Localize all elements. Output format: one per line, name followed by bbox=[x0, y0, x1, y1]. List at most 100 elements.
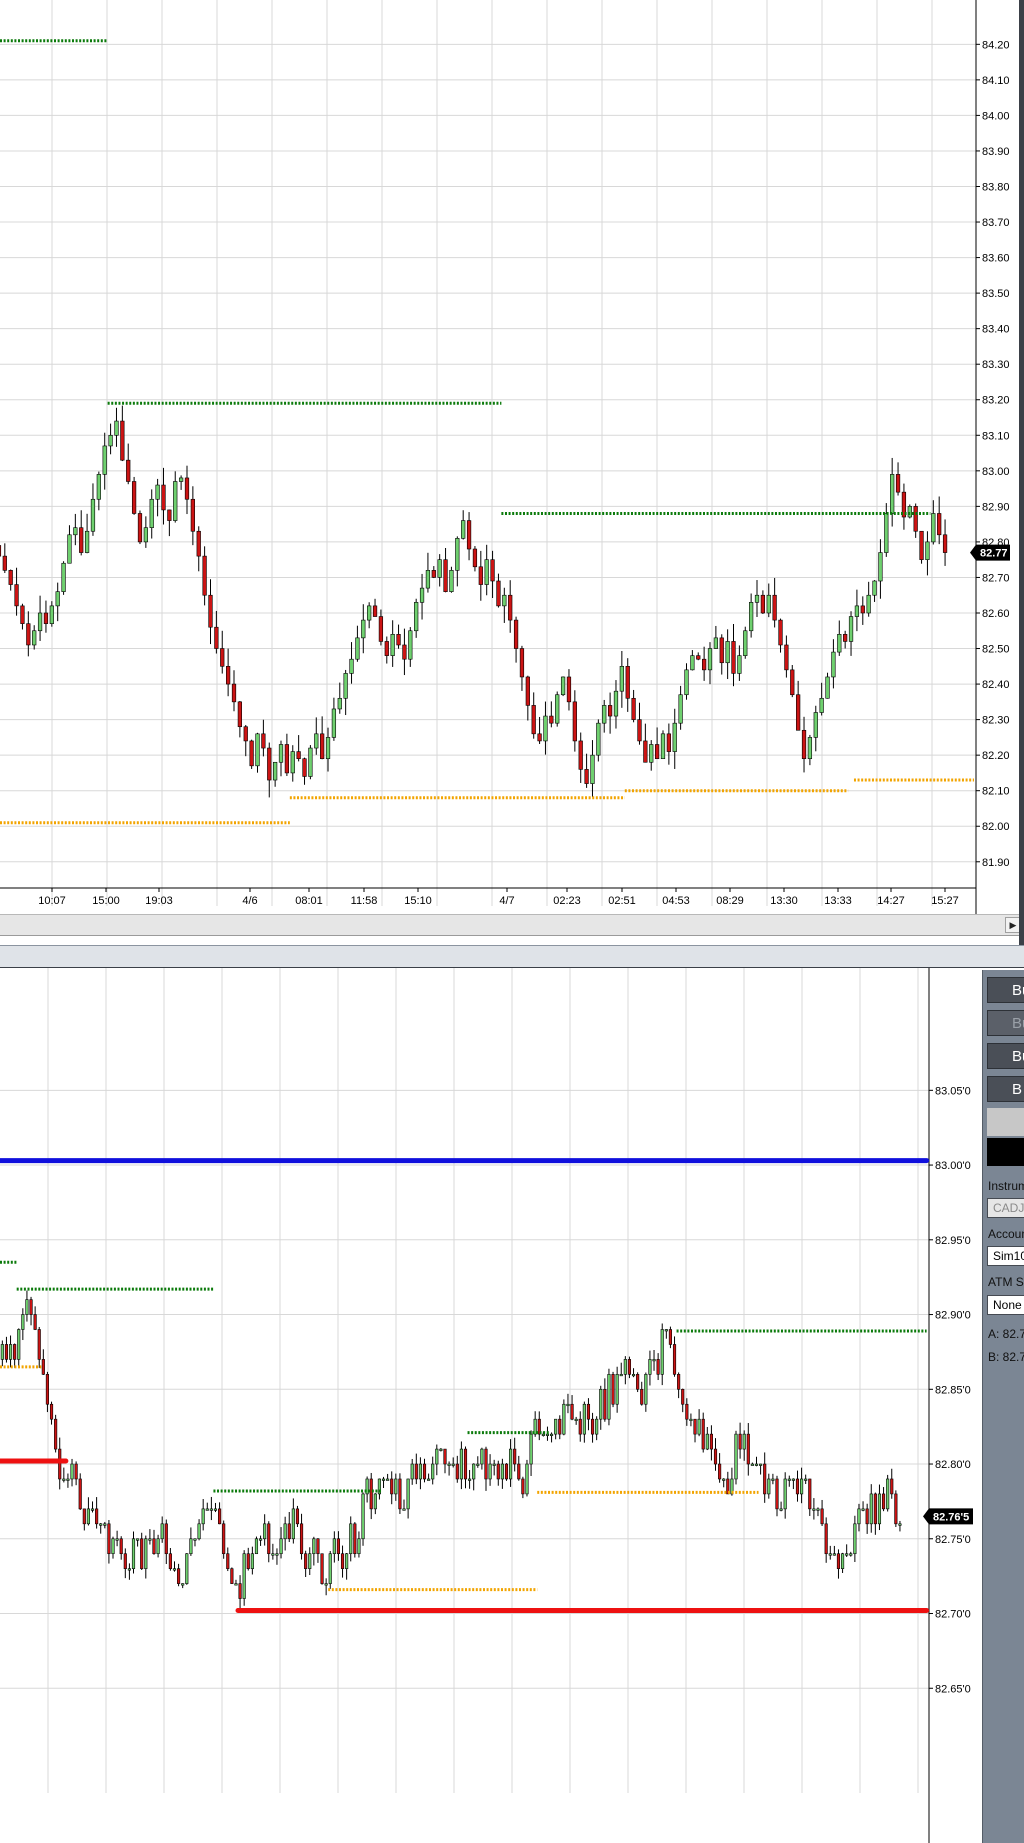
instrument-field[interactable]: CADJ bbox=[987, 1198, 1024, 1218]
candle-body bbox=[562, 1403, 566, 1435]
candle-body bbox=[320, 1553, 324, 1584]
candle-body bbox=[722, 1478, 726, 1481]
candle-body bbox=[619, 1374, 623, 1377]
candle-body bbox=[258, 1538, 263, 1541]
candle-body bbox=[746, 1433, 750, 1465]
candle-body bbox=[866, 594, 871, 614]
candle-body bbox=[102, 445, 107, 475]
candle-body bbox=[478, 566, 483, 585]
candle-body bbox=[261, 733, 266, 749]
candle-body bbox=[586, 1403, 591, 1420]
candle-body bbox=[328, 1553, 332, 1584]
candle-body bbox=[107, 1523, 111, 1555]
candle-body bbox=[390, 1478, 394, 1495]
candle-body bbox=[13, 1344, 17, 1360]
lower-candlestick-chart[interactable]: 83.05'0 83.00'0 82.95'0 82.90'0 82.85'0 82.80… bbox=[0, 968, 982, 1843]
candle-body bbox=[62, 1478, 66, 1481]
y-tick-label: 83.60 bbox=[982, 253, 1010, 265]
candle-body bbox=[455, 1463, 459, 1480]
candle-body bbox=[787, 1478, 791, 1481]
candle-body bbox=[184, 477, 190, 500]
candle-body bbox=[86, 1508, 90, 1525]
candle-body bbox=[509, 1448, 513, 1480]
candle-body bbox=[32, 630, 37, 646]
candle-body bbox=[208, 594, 213, 628]
candle-body bbox=[685, 1403, 689, 1420]
candle-body bbox=[372, 605, 378, 617]
candle-body bbox=[631, 697, 636, 720]
candle-body bbox=[697, 1418, 701, 1435]
candle-body bbox=[161, 484, 166, 511]
candle-body bbox=[578, 740, 583, 770]
candle-body bbox=[127, 1568, 131, 1571]
candle-body bbox=[554, 1418, 558, 1435]
candle-body bbox=[164, 1523, 168, 1555]
atm-strategy-label: ATM Str bbox=[988, 1275, 1024, 1289]
candle-body bbox=[20, 605, 25, 624]
candle-body bbox=[754, 594, 760, 603]
candle-body bbox=[422, 1463, 427, 1480]
x-tick-label: 10:07 bbox=[38, 895, 66, 907]
atm-strategy-select[interactable]: None bbox=[987, 1295, 1024, 1315]
buy-button-1[interactable]: Bu bbox=[987, 977, 1024, 1003]
buy-button-4[interactable]: B bbox=[987, 1076, 1024, 1102]
candle-body bbox=[707, 648, 713, 671]
upper-candlestick-chart[interactable]: 84.20 84.10 84.00 83.90 83.80 83.70 83.60 83.50… bbox=[0, 0, 1024, 945]
candle-body bbox=[152, 1538, 156, 1555]
account-select[interactable]: Sim10 bbox=[987, 1246, 1024, 1266]
y-tick-label: 83.70 bbox=[982, 217, 1010, 229]
candle-body bbox=[837, 634, 842, 653]
candle-body bbox=[919, 530, 924, 560]
candle-body bbox=[484, 559, 489, 585]
candle-body bbox=[459, 1448, 463, 1480]
candle-body bbox=[378, 616, 384, 642]
candle-body bbox=[120, 420, 125, 461]
pane-splitter[interactable] bbox=[0, 945, 1024, 968]
buy-button-3[interactable]: Bu bbox=[987, 1043, 1024, 1069]
candle-body bbox=[74, 1463, 78, 1480]
candle-body bbox=[513, 619, 519, 649]
y-tick-label: 82.40 bbox=[982, 679, 1010, 691]
candle-body bbox=[140, 1538, 144, 1569]
candle-body bbox=[525, 676, 530, 706]
x-tick-label: 08:01 bbox=[295, 895, 323, 907]
last-price-marker: 82.76'5 bbox=[923, 1508, 973, 1525]
candle-body bbox=[537, 733, 542, 742]
last-price-marker: 82.77 bbox=[970, 544, 1010, 561]
candle-body bbox=[907, 506, 912, 518]
y-tick-label: 83.00'0 bbox=[935, 1160, 971, 1172]
candle-body bbox=[41, 1359, 45, 1375]
candle-body bbox=[82, 1508, 86, 1525]
upper-chart-pane[interactable]: 84.20 84.10 84.00 83.90 83.80 83.70 83.60 83.50… bbox=[0, 0, 1024, 945]
x-tick-label: 08:29 bbox=[716, 895, 744, 907]
candle-body bbox=[660, 1329, 664, 1375]
candle-body bbox=[287, 1523, 291, 1540]
candle-body bbox=[115, 1538, 119, 1541]
candle-body bbox=[570, 1403, 574, 1420]
candle-body bbox=[0, 545, 2, 557]
candle-body bbox=[693, 1418, 697, 1435]
candle-body bbox=[466, 520, 472, 550]
candle-body bbox=[246, 1553, 250, 1569]
candle-body bbox=[425, 570, 431, 589]
candle-body bbox=[824, 1523, 828, 1555]
candle-body bbox=[189, 1538, 193, 1555]
candle-body bbox=[155, 484, 160, 500]
candle-body bbox=[845, 1553, 849, 1556]
candle-body bbox=[394, 1478, 398, 1495]
candle-body bbox=[108, 434, 113, 447]
candle-body bbox=[17, 1329, 21, 1360]
candle-body bbox=[49, 605, 54, 624]
candle-body bbox=[636, 1374, 640, 1390]
horizontal-scrollbar[interactable]: ▶ bbox=[0, 914, 1024, 936]
candle-body bbox=[690, 655, 695, 671]
candle-body bbox=[652, 1359, 656, 1362]
bid-price: B: 82.7 bbox=[988, 1350, 1024, 1364]
candle-body bbox=[284, 744, 290, 774]
lower-chart-pane[interactable]: 83.05'0 83.00'0 82.95'0 82.90'0 82.85'0 82.80… bbox=[0, 968, 1024, 1843]
candle-body bbox=[343, 673, 348, 699]
candle-body bbox=[800, 1478, 804, 1495]
candle-body bbox=[336, 1538, 341, 1555]
buy-button-2[interactable]: Bu bbox=[987, 1010, 1024, 1036]
candle-body bbox=[84, 530, 90, 553]
